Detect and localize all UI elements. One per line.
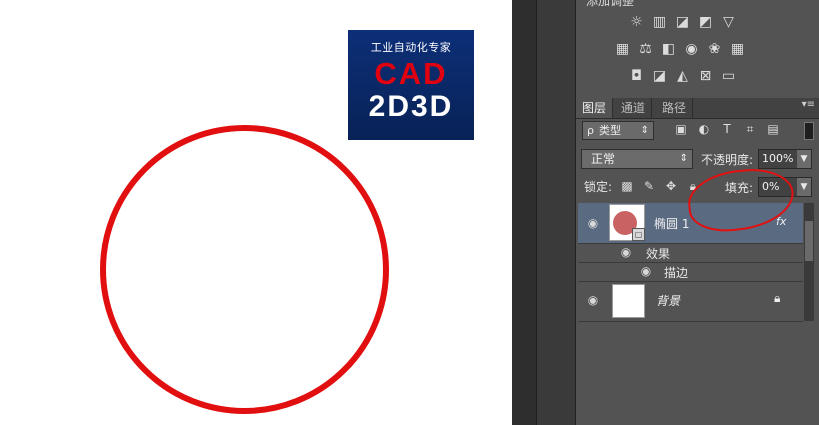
threshold-icon[interactable]: ◭ <box>674 69 691 84</box>
search-icon: ρ <box>587 124 594 137</box>
stroke-eye-icon[interactable]: ◉ <box>638 264 654 278</box>
selective-color-icon[interactable]: ⊠ <box>697 69 714 84</box>
hue-saturation-icon[interactable]: ▦ <box>614 42 631 57</box>
panel-dock <box>537 0 576 425</box>
layer-name[interactable]: 背景 <box>656 292 680 309</box>
lock-brush-icon[interactable]: ✎ <box>642 179 656 193</box>
filter-toggle[interactable] <box>804 122 814 140</box>
brightness-icon[interactable]: ☼ <box>628 15 645 30</box>
updown-arrow-icon: ⇕ <box>679 153 688 164</box>
lock-move-icon[interactable]: ✥ <box>664 179 678 193</box>
layer-name[interactable]: 椭圆 1 <box>654 215 689 232</box>
color-lookup-icon[interactable]: ▦ <box>729 42 746 57</box>
opacity-label: 不透明度: <box>701 153 754 167</box>
smart-object-filter-icon[interactable]: ▤ <box>766 122 780 136</box>
document-canvas[interactable]: 工业自动化专家 CAD 2D3D <box>0 0 512 425</box>
black-white-icon[interactable]: ◧ <box>660 42 677 57</box>
chevron-down-icon[interactable]: ▼ <box>797 178 811 196</box>
blend-mode-select[interactable]: 正常 ⇕ <box>581 149 693 169</box>
opacity-input[interactable]: 100% ▼ <box>758 149 812 169</box>
ellipse-shape[interactable] <box>100 125 389 414</box>
lock-transparent-icon[interactable]: ▩ <box>620 179 634 193</box>
channel-mixer-icon[interactable]: ❀ <box>706 42 723 57</box>
tab-channels[interactable]: 通道 <box>615 98 653 118</box>
panel-strip <box>512 0 537 425</box>
effects-eye-icon[interactable]: ◉ <box>618 245 634 259</box>
visibility-eye-icon[interactable]: ◉ <box>580 293 606 307</box>
tab-layers[interactable]: 图层 <box>576 98 614 118</box>
invert-icon[interactable]: ◘ <box>628 69 645 84</box>
adjustments-row-3: ◘ ◪ ◭ ⊠ ▭ <box>628 69 737 84</box>
vibrance-icon[interactable]: ▽ <box>720 15 737 30</box>
stroke-effect-row[interactable]: ◉ 描边 <box>578 262 803 282</box>
exposure-icon[interactable]: ◩ <box>697 15 714 30</box>
chevron-down-icon[interactable]: ▼ <box>797 150 811 168</box>
tab-paths[interactable]: 路径 <box>656 98 694 118</box>
panel-tabs: 图层 通道 路径 ▾≡ <box>576 98 819 119</box>
adjustment-filter-icon[interactable]: ◐ <box>697 122 711 136</box>
scrollbar-thumb[interactable] <box>805 221 813 261</box>
pixel-filter-icon[interactable]: ▣ <box>674 122 688 136</box>
stroke-label: 描边 <box>664 266 689 280</box>
levels-icon[interactable]: ▥ <box>651 15 668 30</box>
layers-scrollbar[interactable] <box>804 203 814 321</box>
adjustments-row-2: ▦ ⚖ ◧ ◉ ❀ ▦ <box>614 42 746 57</box>
effects-label: 效果 <box>646 247 671 261</box>
background-thumbnail <box>612 284 645 318</box>
color-balance-icon[interactable]: ⚖ <box>637 42 654 57</box>
lock-icon: 🔒︎ <box>774 291 781 305</box>
layer-filter-select[interactable]: ρ 类型 ⇕ <box>582 121 654 140</box>
visibility-eye-icon[interactable]: ◉ <box>580 216 606 230</box>
logo-tagline: 工业自动化专家 <box>370 41 452 54</box>
blend-mode-value: 正常 <box>591 152 616 166</box>
photo-filter-icon[interactable]: ◉ <box>683 42 700 57</box>
layer-row-background[interactable]: ◉ 背景 🔒︎ <box>578 281 803 322</box>
effects-row[interactable]: ◉ 效果 <box>578 243 803 263</box>
layer-thumbnail: ▢ <box>609 204 645 241</box>
opacity-value: 100% <box>762 152 794 165</box>
panel-menu-button[interactable]: ▾≡ <box>802 99 815 110</box>
filter-type-label: 类型 <box>599 124 621 137</box>
vector-mask-icon: ▢ <box>632 228 645 241</box>
curves-icon[interactable]: ◪ <box>674 15 691 30</box>
updown-arrow-icon: ⇕ <box>640 125 649 136</box>
cad-logo: 工业自动化专家 CAD 2D3D <box>348 30 474 140</box>
type-filter-icon[interactable]: T <box>720 122 734 136</box>
logo-2d3d: 2D3D <box>368 90 454 123</box>
logo-cad: CAD <box>374 56 448 91</box>
adjustments-row-1: ☼ ▥ ◪ ◩ ▽ <box>628 15 737 30</box>
posterize-icon[interactable]: ◪ <box>651 69 668 84</box>
adjustments-header: 添加调整 <box>586 0 635 8</box>
lock-label: 锁定: <box>584 180 613 194</box>
shape-filter-icon[interactable]: ⌗ <box>743 122 757 136</box>
gradient-map-icon[interactable]: ▭ <box>720 69 737 84</box>
